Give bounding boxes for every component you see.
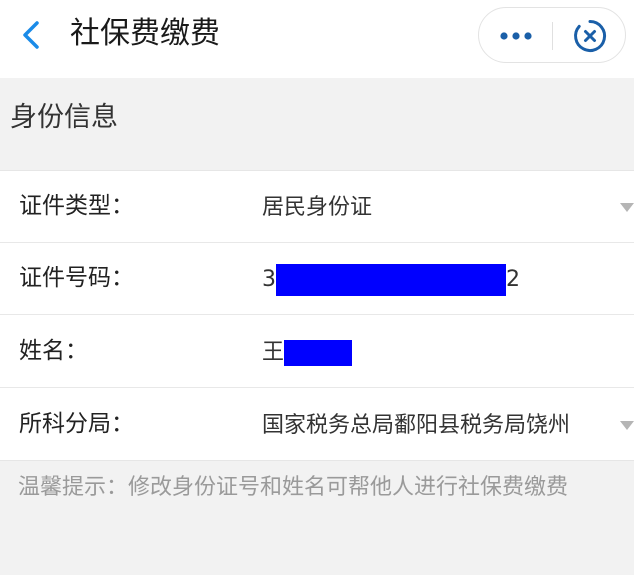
nav-header: 社保费缴费 — [0, 0, 634, 78]
name-input[interactable]: 王 — [262, 336, 353, 370]
name-prefix: 王 — [262, 340, 285, 365]
chevron-left-icon — [23, 21, 39, 49]
id-number-input[interactable]: 32 — [262, 263, 520, 297]
name-row: 姓名： 王 — [0, 316, 634, 388]
dropdown-arrow-icon — [620, 203, 634, 212]
back-button[interactable] — [14, 17, 50, 53]
id-type-row[interactable]: 证件类型： 居民身份证 — [0, 171, 634, 243]
identity-form: 证件类型： 居民身份证 证件号码： 32 姓名： 王 所科分局： 国家税务总局鄱… — [0, 170, 634, 461]
dropdown-arrow-icon — [620, 421, 634, 430]
capsule-menu — [478, 7, 626, 63]
app-root: 社保费缴费 身份信息 证件类型： 居民身份证 证件号码： 3 2 姓名： 王 所… — [0, 0, 634, 575]
id-number-row: 证件号码： 32 — [0, 243, 634, 315]
warm-tip: 温馨提示：修改身份证号和姓名可帮他人进行社保费缴费 — [18, 475, 569, 500]
close-button[interactable] — [553, 8, 627, 64]
tax-bureau-select[interactable]: 国家税务总局鄱阳县税务局饶州 — [262, 409, 570, 443]
section-title-identity: 身份信息 — [10, 102, 118, 133]
id-number-suffix: 2 — [506, 267, 520, 292]
name-label: 姓名： — [19, 338, 88, 364]
tax-bureau-row[interactable]: 所科分局： 国家税务总局鄱阳县税务局饶州 — [0, 389, 634, 461]
mini-program-close-icon — [574, 19, 607, 52]
name-redaction — [284, 340, 353, 366]
more-button[interactable] — [479, 8, 552, 64]
id-number-label: 证件号码： — [19, 265, 134, 291]
id-type-select[interactable]: 居民身份证 — [262, 191, 372, 225]
id-number-prefix: 3 — [262, 267, 276, 292]
id-number-redaction — [276, 264, 506, 296]
page-title: 社保费缴费 — [70, 16, 220, 51]
id-type-label: 证件类型： — [19, 193, 134, 219]
tax-bureau-label: 所科分局： — [19, 411, 134, 437]
more-dots-icon — [500, 32, 532, 40]
